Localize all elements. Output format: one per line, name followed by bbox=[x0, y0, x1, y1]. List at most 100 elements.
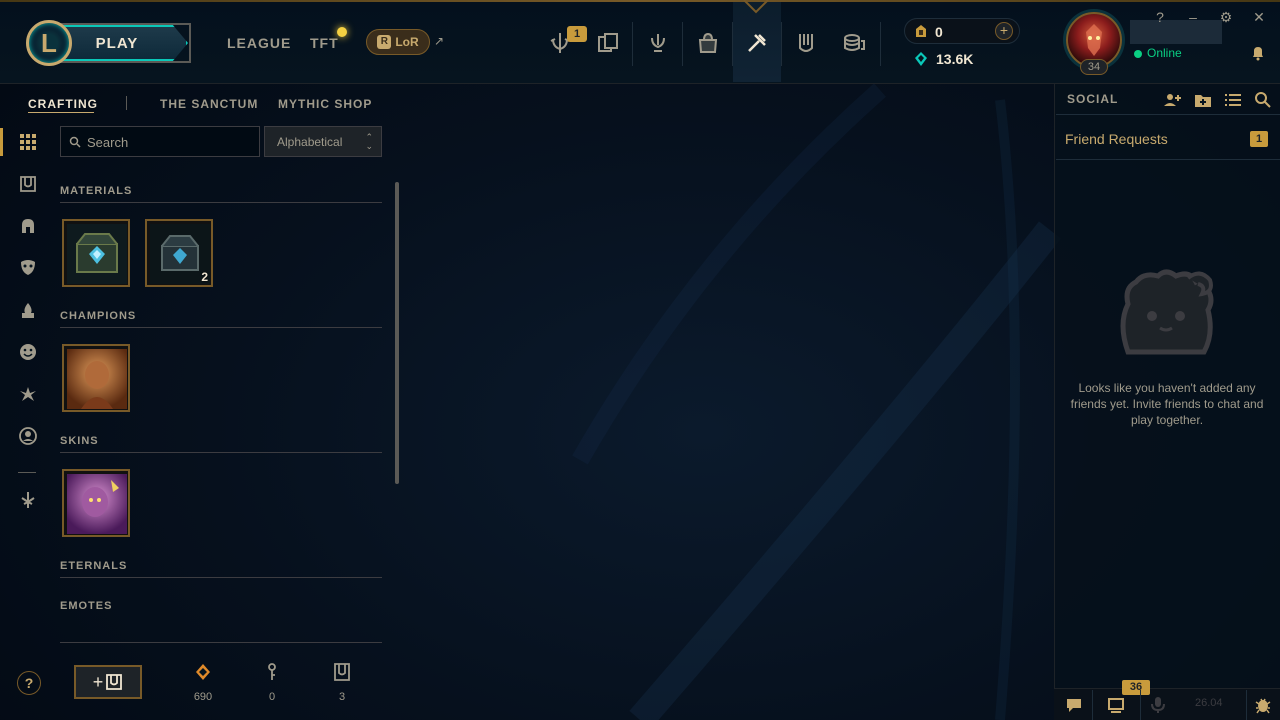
lor-launch-button[interactable]: R LoR bbox=[366, 29, 430, 55]
eternals-icon[interactable] bbox=[17, 383, 39, 405]
settings-gear-icon[interactable]: ⚙ bbox=[1218, 9, 1234, 26]
close-icon[interactable]: ✕ bbox=[1251, 9, 1267, 26]
skin-mask-icon[interactable] bbox=[17, 256, 39, 278]
avatar-portrait-icon bbox=[1086, 24, 1102, 56]
loot-tile-hextech-chest[interactable] bbox=[62, 219, 130, 287]
nav-tft[interactable]: TFT bbox=[310, 35, 339, 51]
search-icon bbox=[69, 136, 81, 148]
skin-portrait-icon bbox=[67, 474, 127, 534]
loot-crafting-icon[interactable] bbox=[737, 26, 777, 60]
microphone-icon[interactable] bbox=[1142, 690, 1174, 720]
tab-mythic-shop[interactable]: MYTHIC SHOP bbox=[278, 97, 372, 111]
notifications-bell-icon[interactable] bbox=[1250, 45, 1266, 61]
tab-crafting[interactable]: CRAFTING bbox=[28, 97, 98, 111]
section-skins: SKINS bbox=[60, 435, 99, 447]
keys-value: 0 bbox=[268, 691, 276, 703]
icon-profile-icon[interactable] bbox=[17, 425, 39, 447]
minimize-icon[interactable]: – bbox=[1185, 9, 1201, 25]
section-divider bbox=[60, 452, 382, 453]
bottom-bar-separator bbox=[1092, 690, 1093, 720]
hextech-chest-icon bbox=[67, 224, 127, 284]
chest-icon bbox=[106, 674, 123, 690]
missions-badge: 1 bbox=[567, 26, 587, 42]
orange-essence-value: 690 bbox=[193, 691, 213, 703]
collection-cards-icon[interactable] bbox=[588, 26, 628, 60]
nav-separator bbox=[880, 22, 881, 66]
chest-icon[interactable] bbox=[17, 173, 39, 195]
active-chevron-icon bbox=[743, 0, 769, 14]
section-eternals: ETERNALS bbox=[60, 560, 128, 572]
section-divider bbox=[60, 202, 382, 203]
loot-tile-masterwork-chest[interactable]: 2 bbox=[145, 219, 213, 287]
section-champions: CHAMPIONS bbox=[60, 310, 137, 322]
loot-tile-skin-shard[interactable] bbox=[62, 469, 130, 537]
orange-essence-icon bbox=[196, 664, 210, 680]
league-client-window: PLAY L LEAGUE TFT R LoR ↗ 1 0 + 13.6K 34… bbox=[0, 0, 1280, 720]
ward-flame-icon[interactable] bbox=[17, 300, 39, 322]
help-icon[interactable]: ? bbox=[1152, 9, 1168, 25]
friend-requests-count: 1 bbox=[1250, 131, 1268, 147]
section-divider bbox=[60, 642, 382, 643]
section-divider bbox=[60, 577, 382, 578]
loot-tile-champion-shard[interactable] bbox=[62, 344, 130, 412]
tile-count: 2 bbox=[201, 270, 208, 284]
tab-active-underline bbox=[28, 112, 94, 113]
list-view-icon[interactable] bbox=[1224, 91, 1242, 109]
section-divider bbox=[60, 327, 382, 328]
bug-report-icon[interactable] bbox=[1247, 690, 1279, 720]
search-icon[interactable] bbox=[1254, 91, 1272, 109]
lor-label: LoR bbox=[395, 35, 419, 49]
empty-friends-message: Looks like you haven't added any friends… bbox=[1070, 381, 1264, 427]
external-link-icon: ↗ bbox=[434, 34, 445, 48]
champion-helmet-icon[interactable] bbox=[17, 215, 39, 237]
add-friend-icon[interactable] bbox=[1163, 91, 1181, 109]
section-materials: MATERIALS bbox=[60, 185, 133, 197]
lor-logo-icon: R bbox=[377, 35, 392, 49]
loot-help-button[interactable]: ? bbox=[17, 671, 41, 695]
online-status-text[interactable]: Online bbox=[1147, 46, 1182, 60]
nav-separator bbox=[632, 22, 633, 66]
store-bag-icon[interactable] bbox=[688, 26, 728, 60]
profile-level: 34 bbox=[1080, 59, 1108, 75]
social-title: SOCIAL bbox=[1067, 92, 1119, 106]
buy-chest-key-button[interactable]: + bbox=[74, 665, 142, 699]
sort-arrows-icon: ⌃ ⌄ bbox=[365, 132, 373, 151]
emote-face-icon[interactable] bbox=[17, 341, 39, 363]
tab-the-sanctum[interactable]: THE SANCTUM bbox=[160, 97, 258, 111]
misc-icon[interactable] bbox=[17, 489, 39, 511]
plus-label: + bbox=[92, 671, 104, 692]
nav-league[interactable]: LEAGUE bbox=[227, 35, 291, 51]
poro-icon bbox=[1120, 269, 1214, 355]
online-status-dot bbox=[1134, 50, 1142, 58]
sort-dropdown[interactable]: Alphabetical ⌃ ⌄ bbox=[264, 126, 382, 157]
section-emotes: EMOTES bbox=[60, 600, 113, 612]
loot-scrollbar[interactable] bbox=[395, 182, 399, 484]
league-logo-icon[interactable]: L bbox=[26, 20, 72, 66]
key-icon bbox=[268, 663, 276, 680]
grid-icon[interactable] bbox=[17, 131, 39, 153]
social-divider bbox=[1056, 114, 1280, 115]
chat-bubble-icon[interactable] bbox=[1058, 690, 1090, 720]
subnav-separator bbox=[126, 96, 127, 110]
summoner-name-redacted bbox=[1130, 20, 1222, 44]
currency-stack-icon[interactable] bbox=[834, 26, 874, 60]
chests-value: 3 bbox=[338, 691, 346, 703]
clash-icon[interactable] bbox=[786, 26, 826, 60]
blue-essence-icon bbox=[915, 52, 927, 66]
search-input[interactable] bbox=[87, 132, 255, 152]
play-button[interactable]: PLAY bbox=[62, 25, 188, 61]
friend-requests-label: Friend Requests bbox=[1065, 131, 1168, 147]
champion-portrait-icon bbox=[67, 349, 127, 409]
riot-points-icon bbox=[916, 25, 926, 37]
rail-active-indicator bbox=[0, 128, 3, 156]
buy-rp-button[interactable]: + bbox=[995, 22, 1013, 40]
challenges-icon[interactable] bbox=[638, 26, 678, 60]
rail-divider bbox=[18, 472, 36, 473]
loot-search-box[interactable] bbox=[60, 126, 260, 157]
nav-separator bbox=[682, 22, 683, 66]
bottom-bar-separator bbox=[1140, 690, 1141, 720]
riot-points-value: 0 bbox=[935, 24, 943, 40]
add-folder-icon[interactable] bbox=[1194, 91, 1212, 109]
tft-notification-dot bbox=[337, 27, 347, 37]
chest-count-icon bbox=[334, 663, 350, 681]
